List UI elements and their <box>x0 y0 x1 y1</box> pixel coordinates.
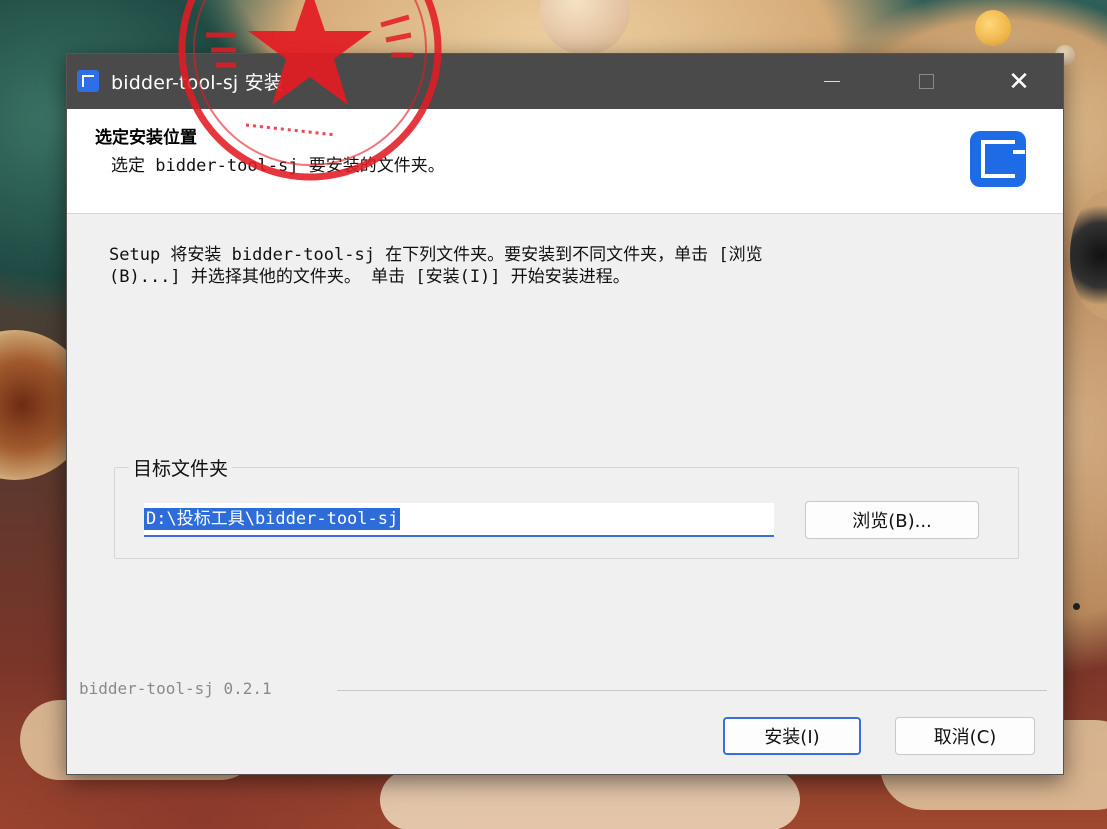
wallpaper-cloud <box>380 770 800 829</box>
install-path-value: D:\投标工具\bidder-tool-sj <box>144 508 401 530</box>
page-title: 选定安装位置 <box>95 128 197 148</box>
install-path-input[interactable]: D:\投标工具\bidder-tool-sj <box>144 503 774 537</box>
close-button[interactable]: ✕ <box>975 54 1063 109</box>
page-subtitle: 选定 bidder-tool-sj 要安装的文件夹。 <box>111 156 445 176</box>
destination-folder-label: 目标文件夹 <box>129 454 233 481</box>
maximize-button[interactable] <box>882 54 970 109</box>
browse-button[interactable]: 浏览(B)... <box>805 501 979 539</box>
window-title: bidder-tool-sj 安装 <box>111 72 284 94</box>
cancel-button[interactable]: 取消(C) <box>895 717 1035 755</box>
minimize-button[interactable] <box>788 54 876 109</box>
app-icon <box>77 70 99 92</box>
maximize-icon <box>918 74 934 89</box>
minimize-icon <box>824 81 840 82</box>
wallpaper-planet <box>975 10 1011 46</box>
wallpaper-planet <box>540 0 630 55</box>
close-icon: ✕ <box>1008 66 1030 97</box>
wallpaper-planet <box>1070 190 1107 320</box>
footer-divider <box>337 690 1047 691</box>
wallpaper-dot <box>1073 603 1080 610</box>
version-label: bidder-tool-sj 0.2.1 <box>79 679 272 698</box>
install-button[interactable]: 安装(I) <box>723 717 861 755</box>
installer-window: bidder-tool-sj 安装 ✕ 选定安装位置 选定 bidder-too… <box>66 53 1064 775</box>
title-bar[interactable]: bidder-tool-sj 安装 ✕ <box>67 54 1063 109</box>
page-header: 选定安装位置 选定 bidder-tool-sj 要安装的文件夹。 <box>67 109 1063 214</box>
install-description: Setup 将安装 bidder-tool-sj 在下列文件夹。要安装到不同文件… <box>109 245 763 287</box>
bid-tool-logo-icon <box>970 131 1026 187</box>
